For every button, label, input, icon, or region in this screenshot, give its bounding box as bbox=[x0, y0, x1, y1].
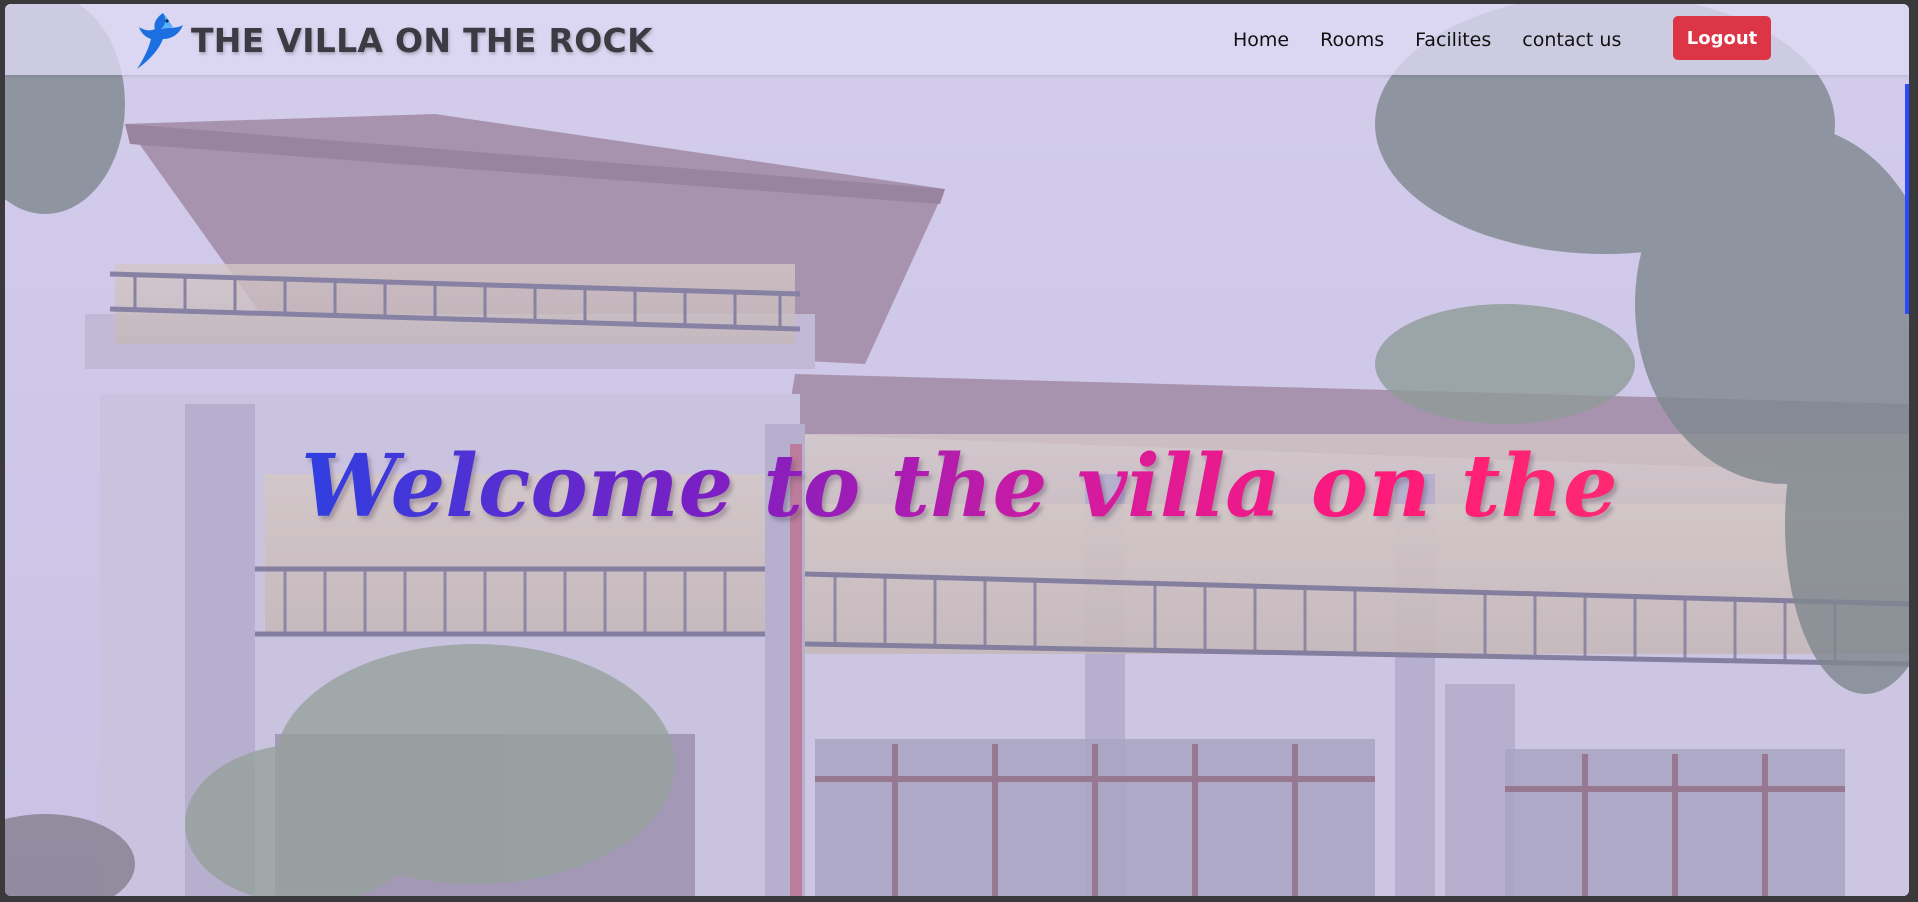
scrollbar-thumb[interactable] bbox=[1905, 84, 1909, 314]
browser-viewport: THE VILLA ON THE ROCK Home Rooms Facilit… bbox=[5, 4, 1909, 896]
nav-link-home[interactable]: Home bbox=[1233, 29, 1289, 51]
nav-link-rooms[interactable]: Rooms bbox=[1320, 29, 1384, 51]
hero-heading: Welcome to the villa on the rock bbox=[301, 432, 1862, 542]
blue-bird-logo-icon bbox=[137, 13, 183, 69]
nav-link-facilities[interactable]: Facilites bbox=[1415, 29, 1491, 51]
nav-links: Home Rooms Facilites contact us bbox=[1233, 4, 1652, 75]
logout-button[interactable]: Logout bbox=[1673, 16, 1771, 60]
brand-name: THE VILLA ON THE ROCK bbox=[191, 20, 653, 60]
top-navbar: THE VILLA ON THE ROCK Home Rooms Facilit… bbox=[5, 4, 1909, 75]
brand[interactable]: THE VILLA ON THE ROCK bbox=[133, 10, 653, 70]
nav-link-contact[interactable]: contact us bbox=[1522, 29, 1621, 51]
